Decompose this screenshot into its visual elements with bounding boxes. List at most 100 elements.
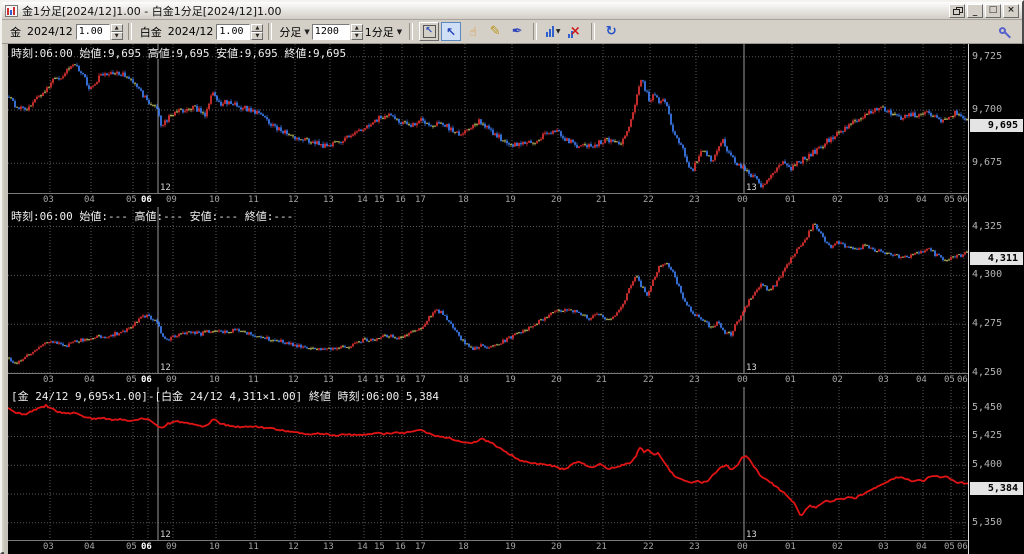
day-marker-label: 13 (746, 183, 757, 193)
gold-multiplier-input[interactable] (75, 23, 110, 40)
spinner-up-icon[interactable]: ▲ (110, 23, 123, 32)
x-tick-label: 06 (957, 542, 968, 552)
x-tick-label: 11 (248, 195, 259, 205)
y-tick-label: 5,425 (972, 430, 1003, 441)
y-tick-label: 5,350 (972, 517, 1003, 528)
day-marker-label: 12 (160, 183, 171, 193)
delete-study-button[interactable]: × (565, 22, 585, 41)
y-tick-label: 9,675 (972, 157, 1003, 168)
platinum-multiplier-input[interactable] (216, 23, 251, 40)
spread-chart-plot[interactable]: 12 13 (8, 387, 968, 540)
candle-bodies (10, 224, 962, 363)
platinum-chart-plot[interactable]: 12 13 (8, 207, 968, 373)
x-tick-label: 04 (84, 542, 95, 552)
close-icon: × (1007, 4, 1015, 15)
app-window: 金1分足[2024/12]1.00 - 白金1分足[2024/12]1.00 _… (0, 0, 1024, 554)
candle-wicks (8, 62, 966, 188)
platinum-time-axis: 03 04 05 06 09 10 11 12 13 14 15 16 17 18 19 20 21 22 23 00… (8, 373, 968, 387)
x-tick-label: 13 (323, 542, 334, 552)
spread-line (8, 403, 968, 517)
bar-count-stepper[interactable]: ▲ ▼ (350, 23, 363, 40)
close-button[interactable]: × (1003, 3, 1019, 18)
pan-tool-button[interactable]: ☝ (463, 22, 483, 41)
x-tick-label: 16 (395, 375, 406, 385)
x-tick-label: 14 (357, 195, 368, 205)
gold-info-line: 時刻:06:00 始値:9,695 高値:9,695 安値:9,695 終値:9… (11, 47, 347, 60)
minimize-button[interactable]: _ (967, 3, 983, 18)
y-tick-label: 9,700 (972, 104, 1003, 115)
x-tick-label: 05 (126, 375, 137, 385)
gold-chart-plot[interactable]: 12 13 (8, 44, 968, 193)
float-window-button[interactable] (949, 3, 965, 18)
x-tick-label: 20 (551, 542, 562, 552)
chart-type-button[interactable]: ▼ (543, 22, 563, 41)
x-tick-label: 06 (141, 375, 152, 385)
x-tick-label: 22 (643, 542, 654, 552)
pen-icon: ✒ (511, 24, 523, 39)
x-tick-label: 00 (737, 195, 748, 205)
candle-bodies (10, 64, 968, 172)
x-tick-label: 00 (737, 375, 748, 385)
pen-tool-button[interactable]: ✒ (507, 22, 527, 41)
delete-icon: × (569, 24, 581, 39)
spinner-down-icon[interactable]: ▼ (350, 31, 363, 40)
refresh-icon: ↻ (605, 24, 617, 39)
bar-chart-icon (545, 26, 554, 37)
x-tick-label: 04 (84, 375, 95, 385)
x-tick-label: 21 (596, 195, 607, 205)
x-tick-label: 13 (323, 375, 334, 385)
platinum-multiplier-stepper[interactable]: ▲ ▼ (251, 23, 264, 40)
x-tick-label: 05 (944, 542, 955, 552)
spread-info-line: [金 24/12 9,695×1.00]-[白金 24/12 4,311×1.0… (11, 390, 439, 403)
x-tick-label: 06 (141, 542, 152, 552)
x-tick-label: 23 (689, 542, 700, 552)
spinner-up-icon[interactable]: ▲ (251, 23, 264, 32)
x-tick-label: 19 (505, 375, 516, 385)
bar-type-label: 分足 (279, 25, 302, 39)
bar-type-dropdown[interactable]: 分足 ▼ (279, 24, 309, 40)
day-marker-label: 12 (160, 530, 171, 540)
x-tick-label: 11 (248, 375, 259, 385)
gold-price-axis: 9,725 9,700 9,675 9,695 (968, 44, 1024, 207)
title-bar[interactable]: 金1分足[2024/12]1.00 - 白金1分足[2024/12]1.00 _… (2, 2, 1022, 20)
x-tick-label: 19 (505, 195, 516, 205)
crosshair-tool-button[interactable]: ↖ (419, 22, 440, 41)
x-tick-label: 23 (689, 375, 700, 385)
maximize-button[interactable]: □ (985, 3, 1001, 18)
y-tick-label: 4,325 (972, 221, 1003, 232)
settings-wrench-button[interactable] (996, 22, 1016, 42)
bar-count-input[interactable] (311, 23, 350, 40)
refresh-button[interactable]: ↻ (601, 22, 621, 41)
x-tick-label: 15 (374, 195, 385, 205)
x-tick-label: 23 (689, 195, 700, 205)
platinum-price-axis: 4,325 4,300 4,275 4,250 4,311 (968, 207, 1024, 387)
chart-left-gutter (4, 44, 8, 554)
spinner-down-icon[interactable]: ▼ (251, 31, 264, 40)
spinner-down-icon[interactable]: ▼ (110, 31, 123, 40)
x-tick-label: 16 (395, 195, 406, 205)
x-tick-label: 10 (209, 375, 220, 385)
x-tick-label: 15 (374, 542, 385, 552)
x-tick-label: 10 (209, 195, 220, 205)
y-tick-label: 5,450 (972, 402, 1003, 413)
x-tick-label: 06 (957, 195, 968, 205)
x-tick-label: 10 (209, 542, 220, 552)
spinner-up-icon[interactable]: ▲ (350, 23, 363, 32)
pencil-icon: ✎ (489, 24, 501, 39)
x-tick-label: 18 (458, 195, 469, 205)
chart-region: 12 13 時刻:06:00 始値:9,695 高値:9,695 安値:9,695… (4, 44, 1024, 554)
gold-multiplier-stepper[interactable]: ▲ ▼ (110, 23, 123, 40)
x-tick-label: 18 (458, 542, 469, 552)
day-marker-label: 13 (746, 363, 757, 373)
x-tick-label: 00 (737, 542, 748, 552)
pointer-tool-button[interactable]: ↖ (441, 22, 462, 41)
x-tick-label: 01 (785, 542, 796, 552)
day-marker-label: 12 (160, 363, 171, 373)
x-tick-label: 03 (878, 195, 889, 205)
x-tick-label: 06 (957, 375, 968, 385)
x-tick-label: 04 (84, 195, 95, 205)
interval-dropdown[interactable]: 1分足 ▼ (365, 24, 402, 40)
pencil-tool-button[interactable]: ✎ (485, 22, 505, 41)
toolbar-separator (591, 23, 596, 40)
candle-bodies (8, 223, 968, 364)
